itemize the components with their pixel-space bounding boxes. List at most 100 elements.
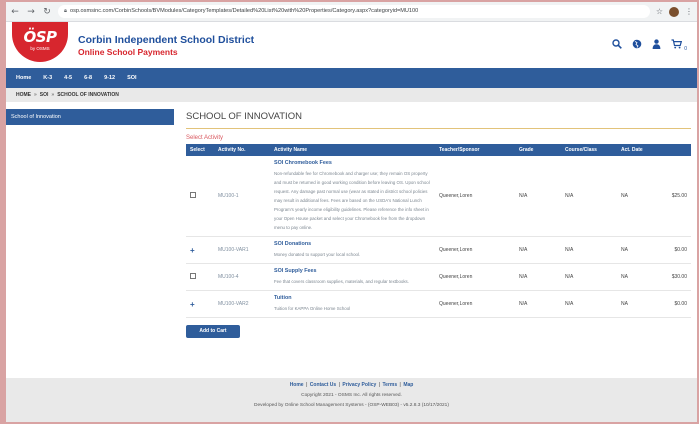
activity-name-cell: SOI Supply Fees Fee that covers classroo…: [270, 263, 435, 291]
col-activity-name: Activity Name: [274, 147, 308, 153]
breadcrumb-separator: »: [34, 92, 37, 98]
activity-name-cell: SOI Donations Money donated to support y…: [270, 236, 435, 264]
page-content: School of Innovation SCHOOL OF INNOVATIO…: [6, 102, 697, 370]
table-row: MU100-4 SOI Supply Fees Fee that covers …: [186, 263, 691, 291]
header-icons: 0: [612, 39, 687, 52]
activity-no: MU100-VAR2: [214, 290, 270, 318]
browser-window: ← → ↻ 🔒︎ osp.osmsinc.com/CorbinSchools/BV…: [6, 2, 697, 422]
course: N/A: [561, 236, 617, 264]
district-name: Corbin Independent School District: [78, 33, 255, 46]
act-date: NA: [617, 290, 657, 318]
activity-no: MU100-4: [214, 263, 270, 291]
select-checkbox[interactable]: [190, 273, 196, 279]
activity-description: Money donated to support your local scho…: [274, 252, 361, 257]
teacher: Queener,Loren: [435, 290, 515, 318]
grade: N/A: [515, 290, 561, 318]
activity-name-cell: Tuition Tuition for KAPPA Online Home Sc…: [270, 290, 435, 318]
table-header-row: Select Activity No. Activity Name Teache…: [186, 144, 691, 156]
grade: N/A: [515, 263, 561, 291]
developer-credit: Developed by Online School Management Sy…: [254, 403, 449, 408]
select-cell: +: [186, 236, 214, 264]
select-checkbox[interactable]: [190, 192, 196, 198]
col-price: [657, 144, 691, 156]
address-bar[interactable]: 🔒︎ osp.osmsinc.com/CorbinSchools/BVModule…: [58, 5, 650, 18]
add-to-cart-button[interactable]: Add to Cart: [186, 325, 240, 338]
activity-title[interactable]: Tuition: [274, 295, 431, 301]
grade: N/A: [515, 236, 561, 264]
teacher: Queener,Loren: [435, 236, 515, 264]
nav-item-6-8[interactable]: 6-8: [84, 75, 92, 81]
search-icon[interactable]: [612, 39, 623, 52]
logo-subtext: by OSMS: [30, 46, 50, 51]
price: $0.00: [657, 236, 691, 264]
teacher: Queener,Loren: [435, 156, 515, 237]
col-select: Select: [190, 147, 205, 153]
footer: Home | Contact Us | Privacy Policy | Ter…: [6, 378, 697, 422]
footer-separator: |: [398, 382, 403, 388]
table-row: + MU100-VAR1 SOI Donations Money donated…: [186, 236, 691, 264]
activity-name-cell: SOI Chromebook Fees Non-refundable fee f…: [270, 156, 435, 237]
site-header: ÖSP by OSMS Corbin Independent School Di…: [6, 22, 697, 68]
activity-title[interactable]: SOI Chromebook Fees: [274, 160, 431, 166]
footer-link-privacy[interactable]: Privacy Policy: [342, 382, 376, 388]
nav-item-9-12[interactable]: 9-12: [104, 75, 115, 81]
col-activity-no: Activity No.: [218, 147, 246, 153]
breadcrumb-separator: »: [51, 92, 55, 98]
sidebar: School of Innovation: [6, 102, 174, 370]
activity-title[interactable]: SOI Supply Fees: [274, 268, 431, 274]
col-teacher: Teacher/Sponsor: [439, 147, 480, 153]
nav-item-home[interactable]: Home: [16, 75, 31, 81]
bookmark-star-icon[interactable]: ☆: [656, 7, 663, 16]
footer-link-terms[interactable]: Terms: [382, 382, 397, 388]
grade: N/A: [515, 156, 561, 237]
breadcrumb-home[interactable]: HOME: [16, 92, 31, 98]
col-grade: Grade: [519, 147, 534, 153]
course: N/A: [561, 290, 617, 318]
globe-icon[interactable]: [632, 39, 642, 52]
profile-avatar[interactable]: [669, 6, 679, 17]
logo-text: ÖSP: [23, 28, 57, 46]
select-cell: [186, 263, 214, 291]
expand-plus-icon[interactable]: +: [190, 300, 195, 309]
course: N/A: [561, 263, 617, 291]
footer-separator: |: [337, 382, 342, 388]
lock-icon: 🔒︎: [64, 8, 67, 14]
breadcrumb-soi[interactable]: SOI: [40, 92, 49, 98]
footer-separator: |: [304, 382, 309, 388]
user-icon[interactable]: [652, 39, 661, 52]
col-date: Act. Date: [621, 147, 643, 153]
activity-description: Tuition for KAPPA Online Home School: [274, 306, 351, 311]
nav-item-4-5[interactable]: 4-5: [64, 75, 72, 81]
forward-icon[interactable]: →: [26, 7, 36, 17]
course: N/A: [561, 156, 617, 237]
main-panel: SCHOOL OF INNOVATION Select Activity Sel…: [174, 102, 697, 370]
act-date: NA: [617, 156, 657, 237]
nav-item-soi[interactable]: SOI: [127, 75, 136, 81]
nav-item-k-3[interactable]: K-3: [43, 75, 52, 81]
back-icon[interactable]: ←: [10, 7, 20, 17]
browser-menu-icon[interactable]: ⋮: [685, 7, 693, 16]
footer-link-home[interactable]: Home: [290, 382, 304, 388]
price: $30.00: [657, 263, 691, 291]
breadcrumb: HOME » SOI » SCHOOL OF INNOVATION: [6, 88, 697, 102]
sidebar-item-school-of-innovation[interactable]: School of Innovation: [6, 109, 174, 125]
footer-link-contact[interactable]: Contact Us: [310, 382, 336, 388]
cart-icon[interactable]: [671, 39, 683, 52]
footer-separator: |: [377, 382, 382, 388]
cart-count: 0: [684, 45, 687, 52]
price: $25.00: [657, 156, 691, 237]
reload-icon[interactable]: ↻: [42, 7, 52, 17]
activity-description: Non-refundable fee for Chromebook and ch…: [274, 171, 430, 230]
osp-logo[interactable]: ÖSP by OSMS: [12, 22, 68, 62]
select-cell: [186, 156, 214, 237]
expand-plus-icon[interactable]: +: [190, 246, 195, 255]
footer-link-map[interactable]: Map: [403, 382, 413, 388]
breadcrumb-current: SCHOOL OF INNOVATION: [57, 92, 119, 98]
select-cell: +: [186, 290, 214, 318]
act-date: NA: [617, 263, 657, 291]
activity-table: Select Activity No. Activity Name Teache…: [186, 144, 691, 318]
teacher: Queener,Loren: [435, 263, 515, 291]
table-row: + MU100-VAR2 Tuition Tuition for KAPPA O…: [186, 290, 691, 318]
activity-title[interactable]: SOI Donations: [274, 241, 431, 247]
table-row: MU100-1 SOI Chromebook Fees Non-refundab…: [186, 156, 691, 237]
